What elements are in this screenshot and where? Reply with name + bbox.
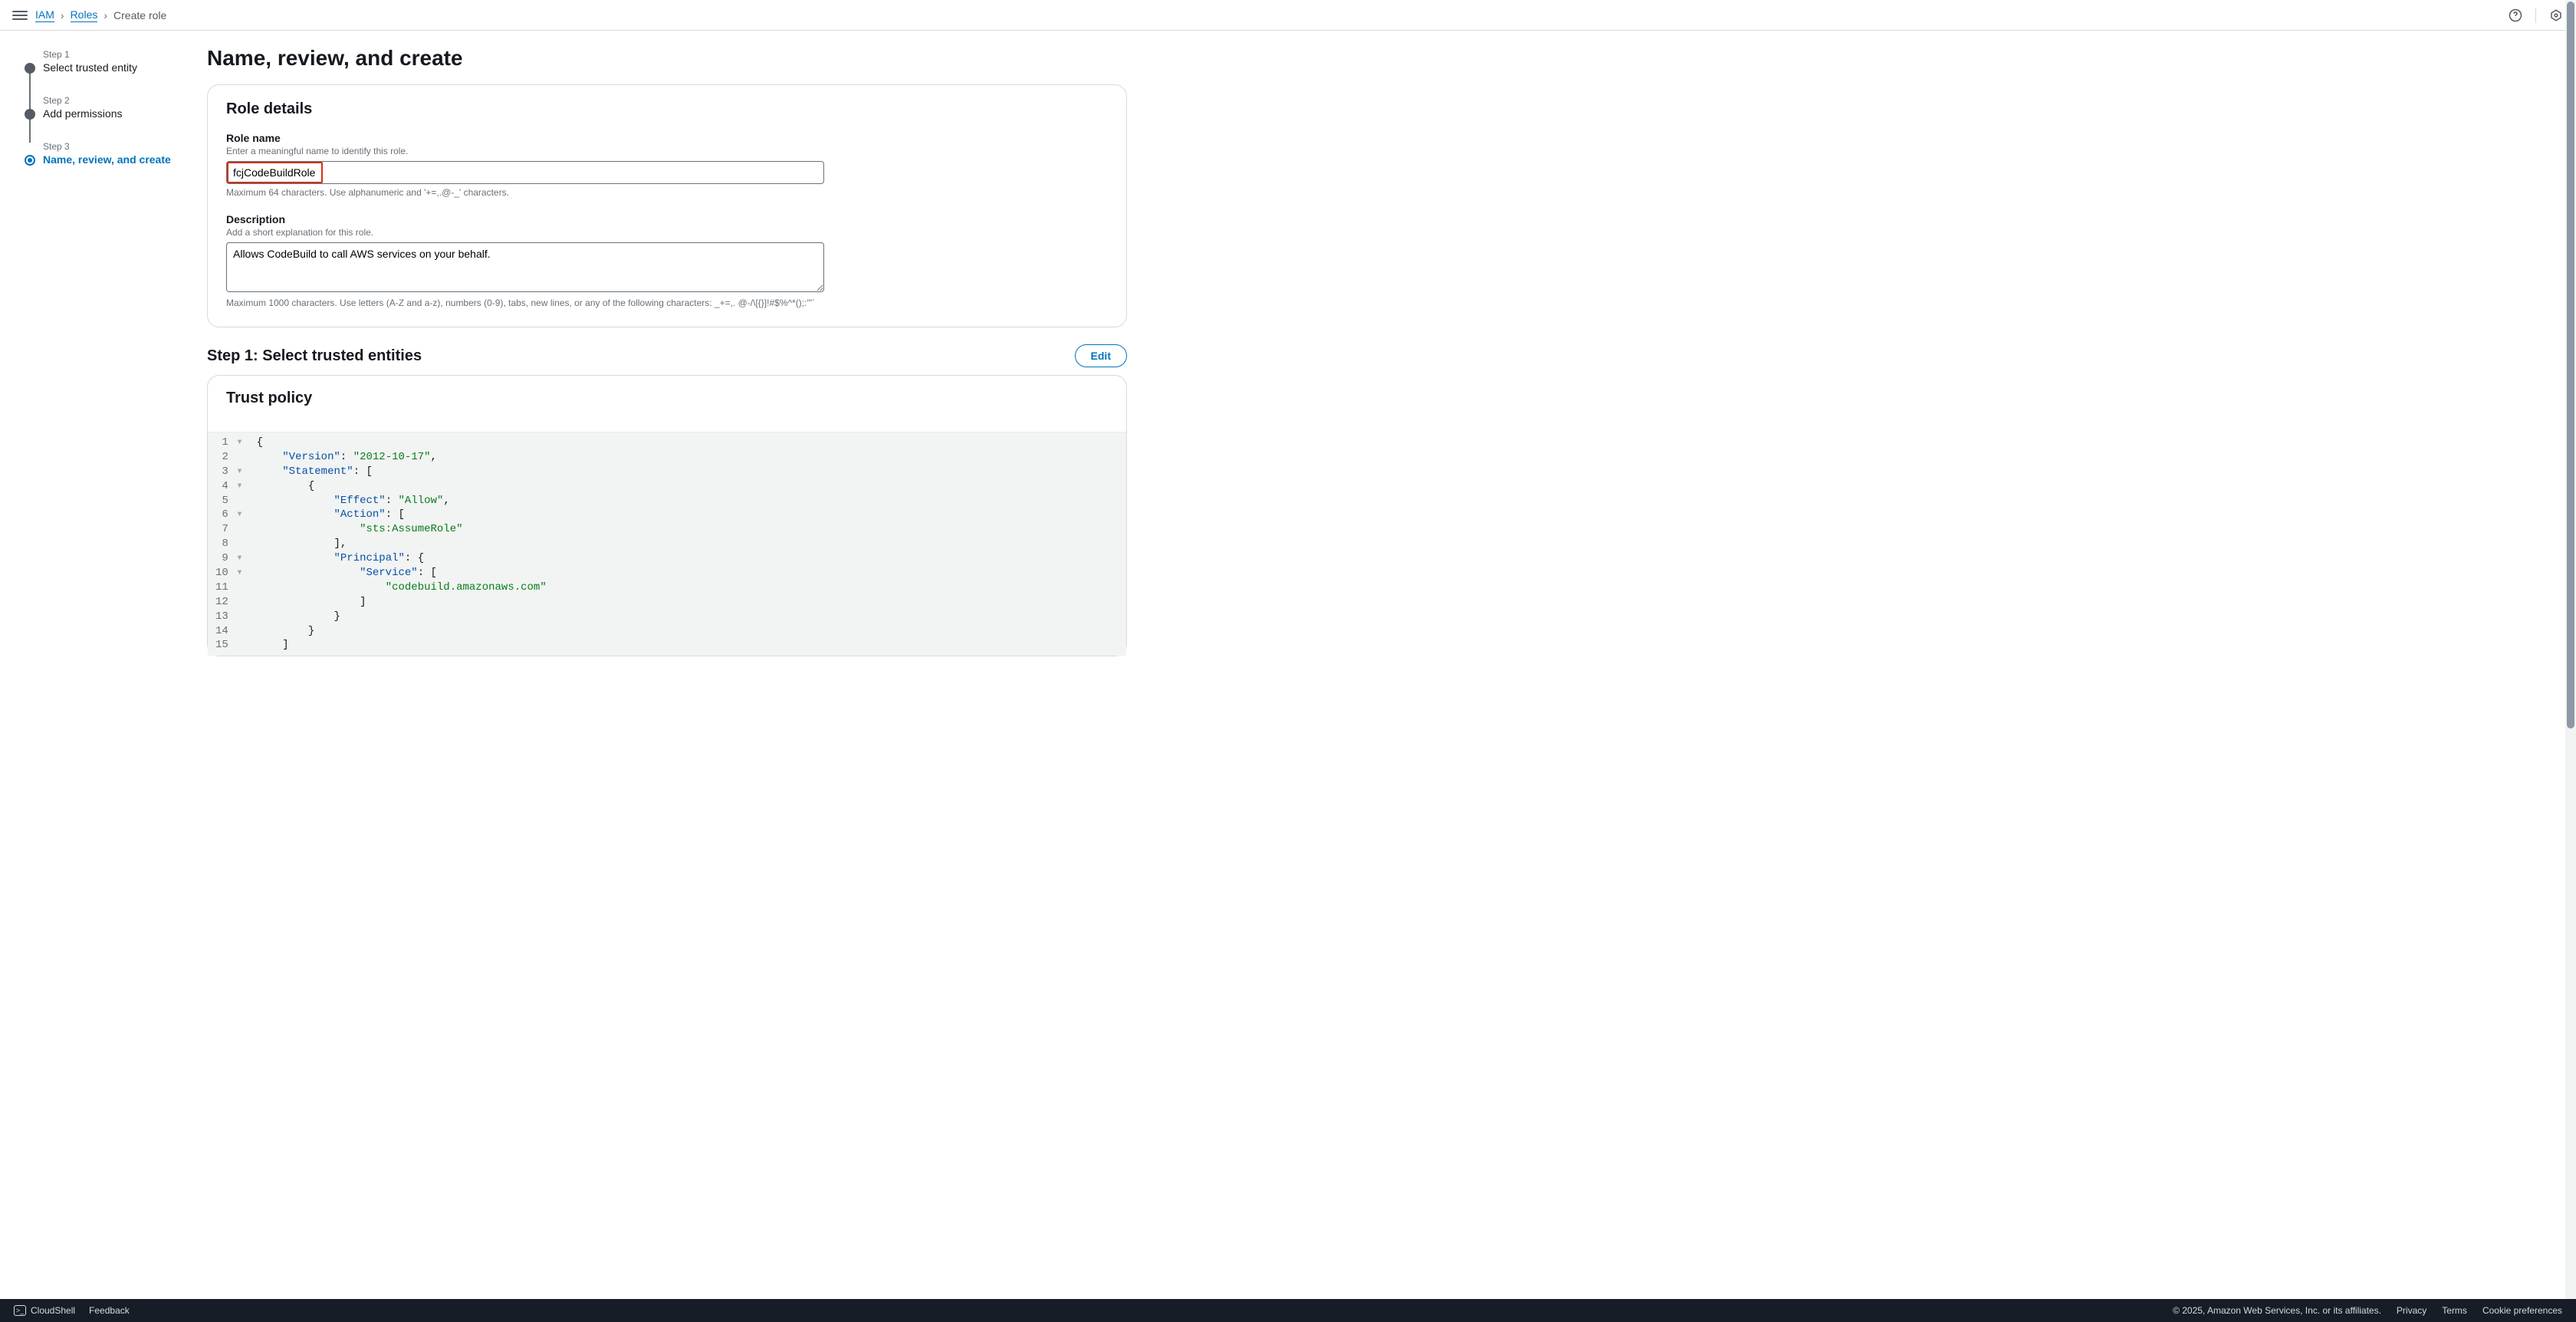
page-scrollbar[interactable] [2565,0,2576,1322]
step-label: Name, review, and create [43,153,176,166]
role-name-group: Role name Enter a meaningful name to ide… [226,132,1108,198]
panel-title: Role details [226,100,1108,118]
trust-policy-code[interactable]: 1 ▾ 2 3 ▾ 4 ▾ 5 6 ▾ 7 8 9 ▾ 10 ▾ 11 12 1… [208,432,1126,656]
step-num: Step 2 [43,95,176,106]
step-3[interactable]: Step 3 Name, review, and create [25,141,176,166]
step-dot-icon [25,155,35,166]
role-name-constraints: Maximum 64 characters. Use alphanumeric … [226,187,1108,198]
trust-policy-panel: Trust policy 1 ▾ 2 3 ▾ 4 ▾ 5 6 ▾ 7 8 9 ▾… [207,375,1127,656]
description-constraints: Maximum 1000 characters. Use letters (A-… [226,298,1108,308]
role-name-input[interactable] [226,161,824,184]
divider [2535,8,2536,23]
cloudshell-icon: >_ [14,1305,26,1316]
role-name-desc: Enter a meaningful name to identify this… [226,146,1108,156]
settings-hexagon-icon[interactable] [2548,8,2564,23]
content: Name, review, and create Role details Ro… [192,31,1158,1299]
chevron-right-icon: › [104,9,107,21]
step-dot-icon [25,109,35,120]
step-label: Select trusted entity [43,61,176,74]
hamburger-icon[interactable] [12,8,28,23]
terms-link[interactable]: Terms [2442,1305,2467,1316]
chevron-right-icon: › [61,9,64,21]
breadcrumb-iam[interactable]: IAM [35,8,54,22]
cookie-preferences-link[interactable]: Cookie preferences [2482,1305,2562,1316]
step-2[interactable]: Step 2 Add permissions [25,95,176,120]
description-textarea[interactable] [226,242,824,292]
step1-section-header: Step 1: Select trusted entities Edit [207,344,1127,367]
step-num: Step 3 [43,141,176,152]
breadcrumb-roles[interactable]: Roles [71,8,98,22]
help-icon[interactable] [2508,8,2523,23]
description-label: Description [226,213,1108,225]
step-dot-icon [25,63,35,74]
footer: >_ CloudShell Feedback © 2025, Amazon We… [0,1299,2576,1322]
step-label: Add permissions [43,107,176,120]
edit-button[interactable]: Edit [1075,344,1127,367]
role-details-panel: Role details Role name Enter a meaningfu… [207,84,1127,327]
description-group: Description Add a short explanation for … [226,213,1108,308]
panel-title: Trust policy [226,390,1108,418]
copyright: © 2025, Amazon Web Services, Inc. or its… [2173,1305,2381,1316]
topbar: IAM › Roles › Create role [0,0,2576,31]
step-1[interactable]: Step 1 Select trusted entity [25,49,176,74]
breadcrumb: IAM › Roles › Create role [35,8,166,22]
page-scrollbar-thumb[interactable] [2567,2,2574,728]
privacy-link[interactable]: Privacy [2397,1305,2426,1316]
wizard-stepper: Step 1 Select trusted entity Step 2 Add … [0,31,192,1299]
page-title: Name, review, and create [207,46,1127,71]
step1-section-title: Step 1: Select trusted entities [207,347,422,365]
step-num: Step 1 [43,49,176,60]
cloudshell-button[interactable]: >_ CloudShell [14,1305,75,1316]
description-desc: Add a short explanation for this role. [226,227,1108,238]
code-body[interactable]: { "Version": "2012-10-17", "Statement": … [249,432,1126,656]
code-gutter: 1 ▾ 2 3 ▾ 4 ▾ 5 6 ▾ 7 8 9 ▾ 10 ▾ 11 12 1… [208,432,249,656]
cloudshell-label: CloudShell [31,1305,75,1316]
breadcrumb-current: Create role [113,9,166,21]
role-name-label: Role name [226,132,1108,144]
feedback-link[interactable]: Feedback [89,1305,130,1316]
